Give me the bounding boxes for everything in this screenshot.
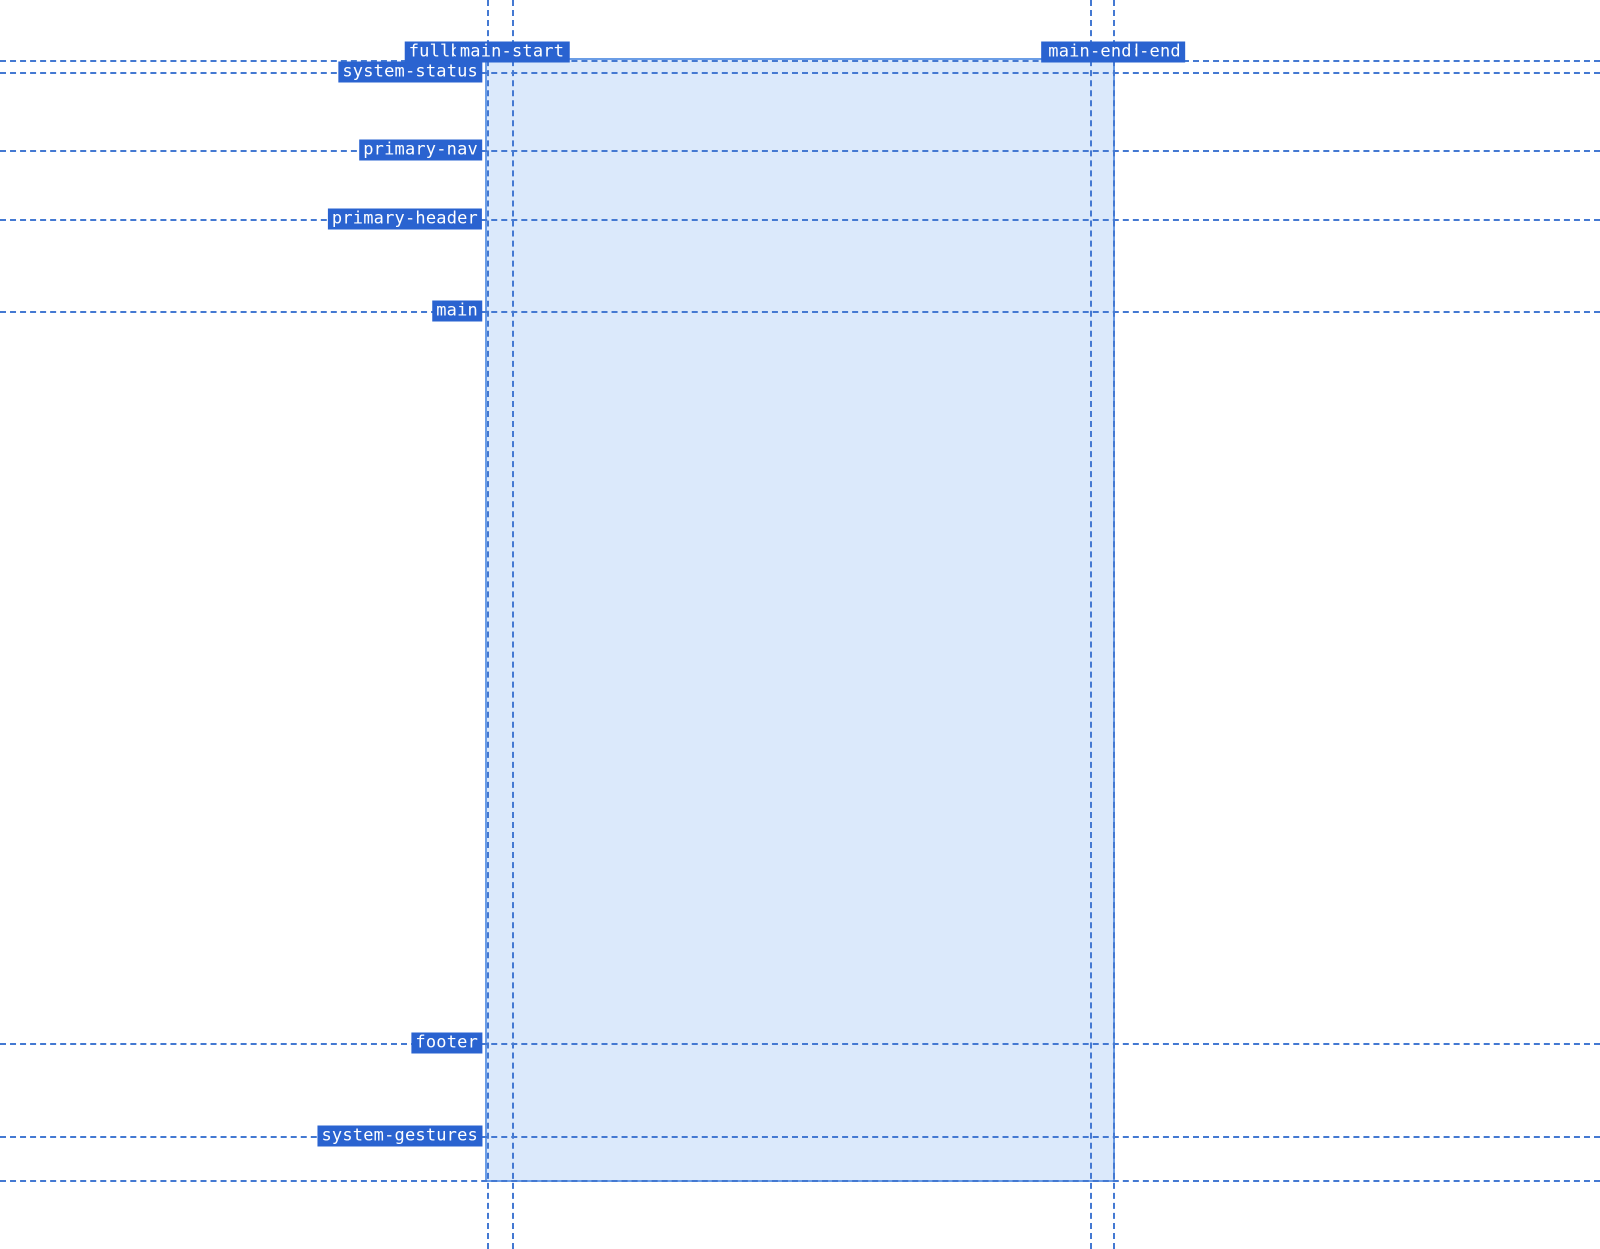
label-main-start: main-start bbox=[456, 42, 568, 63]
guide-fullbleed-end bbox=[1113, 0, 1115, 1249]
guide-primary-nav bbox=[0, 150, 1600, 152]
guide-main-start bbox=[512, 0, 514, 1249]
guide-fullbleed-start bbox=[487, 0, 489, 1249]
label-primary-header: primary-header bbox=[328, 209, 482, 230]
guide-system-status bbox=[0, 72, 1600, 74]
guide-bottom bbox=[0, 1180, 1600, 1182]
label-main-end: main-end bbox=[1044, 42, 1135, 63]
guide-main-end bbox=[1090, 0, 1092, 1249]
guide-top bbox=[0, 60, 1600, 62]
label-footer: footer bbox=[411, 1033, 482, 1054]
label-primary-nav: primary-nav bbox=[359, 140, 482, 161]
layout-diagram: fullbleed-start main-start main-end full… bbox=[0, 0, 1600, 1249]
content-area bbox=[487, 60, 1113, 1180]
guide-footer bbox=[0, 1043, 1600, 1045]
label-system-status: system-status bbox=[338, 62, 482, 83]
guide-main bbox=[0, 311, 1600, 313]
label-system-gestures: system-gestures bbox=[317, 1126, 482, 1147]
guide-primary-header bbox=[0, 219, 1600, 221]
label-main: main bbox=[432, 301, 482, 322]
guide-system-gestures bbox=[0, 1136, 1600, 1138]
